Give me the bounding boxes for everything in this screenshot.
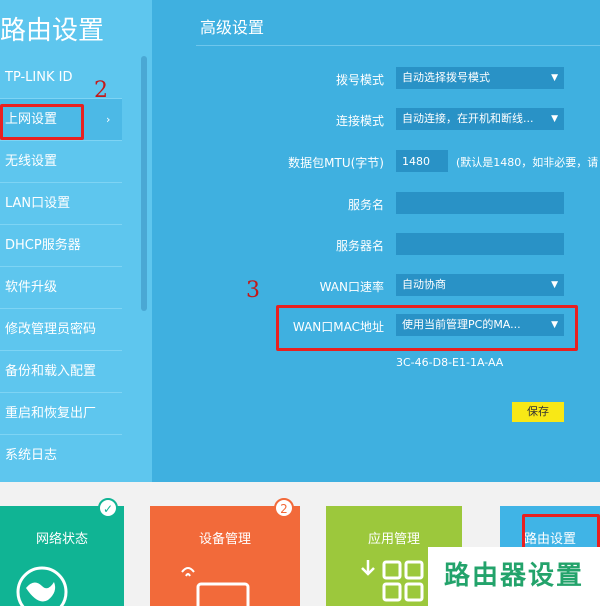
highlight-box-wan-mac [276,305,578,351]
sidebar-item-label: 备份和载入配置 [5,364,97,379]
sidebar-item-label: 重启和恢复出厂 [5,406,97,421]
server-name-label: 服务器名 [335,239,384,253]
connect-mode-value: 自动连接，在开机和断线... [402,112,534,125]
sidebar-item-label: TP-LINK ID [5,70,73,85]
service-name-input[interactable] [396,192,564,214]
annotation-number-2: 2 [94,78,108,103]
dial-mode-select[interactable]: 自动选择拨号模式 ▼ [396,67,564,89]
chevron-right-icon: › [106,113,111,126]
sidebar-item-syslog[interactable]: 系统日志 [0,435,122,477]
sidebar-item-reboot[interactable]: 重启和恢复出厂 [0,393,122,435]
check-icon: ✓ [98,498,118,518]
mtu-label: 数据包MTU(字节) [288,156,384,170]
dial-mode-label: 拨号模式 [335,73,384,87]
connect-mode-select[interactable]: 自动连接，在开机和断线... ▼ [396,108,564,130]
wan-speed-label: WAN口速率 [319,280,384,294]
connect-mode-label: 连接模式 [335,114,384,128]
sidebar-item-label: LAN口设置 [5,196,71,211]
save-button[interactable]: 保存 [512,402,564,422]
sidebar-item-label: 系统日志 [5,448,58,463]
device-count-badge: 2 [274,498,294,518]
title-divider [196,45,600,46]
sidebar-item-label: 软件升级 [5,280,58,295]
server-name-input[interactable] [396,233,564,255]
mtu-note: (默认是1480，如非必要，请 [456,156,599,169]
tile-label: 网络状态 [35,532,88,547]
apps-grid-icon [361,560,424,602]
tile-device-management[interactable]: 设备管理 [150,506,300,606]
globe-icon [16,566,68,606]
page-title: 高级设置 [200,18,265,37]
sidebar-item-backup[interactable]: 备份和载入配置 [0,351,122,393]
sidebar-item-wireless[interactable]: 无线设置 [0,141,122,183]
main-panel: 高级设置 拨号模式 自动选择拨号模式 ▼ 连接模式 自动连接，在开机和断线...… [152,0,600,482]
sidebar-item-label: DHCP服务器 [5,238,81,253]
sidebar-item-admin-password[interactable]: 修改管理员密码 [0,309,122,351]
dial-mode-value: 自动选择拨号模式 [402,71,490,84]
sidebar-item-label: 修改管理员密码 [5,322,97,337]
sidebar: 路由设置 TP-LINK ID 上网设置 › 无线设置 LAN口设置 DHCP服务… [0,0,152,482]
tile-network-status[interactable]: 网络状态 [0,506,124,606]
tile-label: 应用管理 [367,532,420,547]
sidebar-title: 路由设置 [0,16,105,46]
caret-down-icon: ▼ [551,114,558,124]
watermark-text: 路由器设置 [428,547,600,606]
sidebar-scrollbar[interactable] [141,56,147,311]
wan-speed-select[interactable]: 自动协商 ▼ [396,274,564,296]
mac-address-text: 3C-46-D8-E1-1A-AA [396,356,504,369]
sidebar-item-firmware[interactable]: 软件升级 [0,267,122,309]
sidebar-item-lan[interactable]: LAN口设置 [0,183,122,225]
wan-speed-value: 自动协商 [402,278,446,291]
laptop-icon [181,567,250,606]
tile-label: 设备管理 [198,532,251,547]
sidebar-item-label: 无线设置 [5,154,58,169]
highlight-box-internet [0,104,84,140]
annotation-number-3: 3 [246,278,260,303]
mtu-input[interactable] [396,150,448,172]
service-name-label: 服务名 [347,198,384,212]
caret-down-icon: ▼ [551,280,558,290]
sidebar-item-dhcp[interactable]: DHCP服务器 [0,225,122,267]
caret-down-icon: ▼ [551,73,558,83]
active-tile-pointer [560,474,576,482]
